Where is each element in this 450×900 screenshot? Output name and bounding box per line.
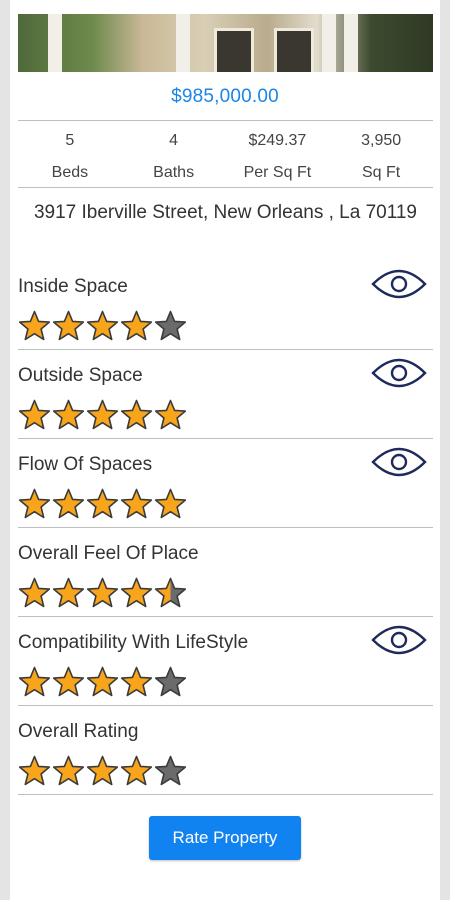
stat-value: 4 [169,132,179,149]
stat-value: $249.37 [248,132,307,149]
star-icon [86,399,119,430]
star-icon [86,577,119,608]
star-icon [154,577,187,608]
star-icon [52,666,85,697]
divider [18,438,433,439]
divider [18,527,433,528]
star-icon [52,577,85,608]
star-icon [18,666,51,697]
rating-label: Outside Space [18,365,143,386]
star-icon [86,488,119,519]
stat-baths: 4 Baths [122,128,226,184]
star-icon [18,310,51,341]
property-address: 3917 Iberville Street, New Orleans , La … [33,202,418,223]
star-icon [18,755,51,786]
star-icon [18,488,51,519]
star-icon [154,666,187,697]
stat-label: Per Sq Ft [243,164,312,181]
star-icon [86,310,119,341]
property-price: $985,000.00 [171,86,279,107]
star-icon [52,488,85,519]
star-rating[interactable] [18,310,187,344]
rating-label: Overall Rating [18,721,139,742]
divider [18,120,433,121]
star-icon [18,577,51,608]
star-icon [86,755,119,786]
eye-icon[interactable] [371,622,427,658]
stat-value: 3,950 [361,132,402,149]
rating-row: Flow Of Spaces [18,440,433,528]
star-icon [18,399,51,430]
star-rating[interactable] [18,577,187,611]
stat-label: Sq Ft [362,164,401,181]
rating-label: Inside Space [18,276,128,297]
star-icon [120,666,153,697]
star-rating[interactable] [18,488,187,522]
stat-label: Beds [51,164,89,181]
property-card: $985,000.00 5 Beds 4 Baths $249.37 Per S… [10,0,440,900]
star-rating[interactable] [18,755,187,789]
property-stats: 5 Beds 4 Baths $249.37 Per Sq Ft 3,950 S… [18,128,433,184]
rating-row: Compatibility With LifeStyle [18,618,433,706]
divider [18,349,433,350]
star-rating[interactable] [18,666,187,700]
stat-sqft: 3,950 Sq Ft [329,128,433,184]
star-icon [154,488,187,519]
star-icon [52,310,85,341]
star-icon [120,577,153,608]
star-rating[interactable] [18,399,187,433]
rating-row: Overall Feel Of Place [18,529,433,617]
rating-label: Compatibility With LifeStyle [18,632,249,653]
eye-icon[interactable] [371,355,427,391]
star-icon [86,666,119,697]
divider [18,794,433,795]
star-icon [52,399,85,430]
stat-price-per-sqft: $249.37 Per Sq Ft [226,128,330,184]
star-icon [120,488,153,519]
star-icon [52,755,85,786]
rate-property-button[interactable]: Rate Property [149,816,301,860]
rating-label: Overall Feel Of Place [18,543,199,564]
star-icon [154,399,187,430]
star-icon [120,755,153,786]
divider [18,616,433,617]
rating-row: Inside Space [18,262,433,350]
stat-value: 5 [65,132,75,149]
star-icon [120,399,153,430]
rating-row: Overall Rating [18,707,433,795]
divider [18,705,433,706]
rating-row: Outside Space [18,351,433,439]
eye-icon[interactable] [371,266,427,302]
eye-icon[interactable] [371,444,427,480]
divider [18,187,433,188]
stat-beds: 5 Beds [18,128,122,184]
star-icon [120,310,153,341]
rating-label: Flow Of Spaces [18,454,153,475]
property-photo [18,14,433,72]
star-icon [154,310,187,341]
stat-label: Baths [153,164,195,181]
star-icon [154,755,187,786]
